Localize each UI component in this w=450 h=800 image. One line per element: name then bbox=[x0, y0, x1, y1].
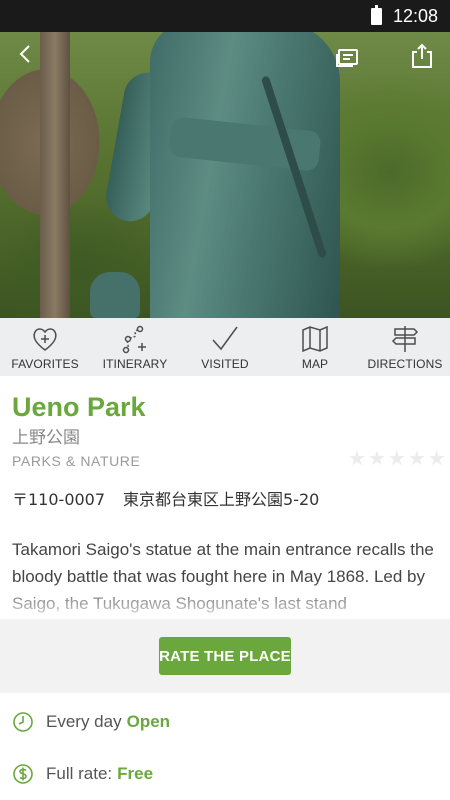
map-button[interactable]: MAP bbox=[270, 318, 360, 376]
hero-image bbox=[0, 32, 450, 318]
status-bar: 12:08 bbox=[0, 0, 450, 32]
star-icon: ★ bbox=[407, 448, 426, 470]
signpost-icon bbox=[391, 326, 419, 352]
share-button[interactable] bbox=[404, 38, 440, 74]
star-icon: ★ bbox=[427, 448, 446, 470]
clock-icon bbox=[12, 711, 34, 733]
map-label: MAP bbox=[301, 357, 329, 371]
tree-trunk bbox=[40, 32, 70, 318]
admission-value: Free bbox=[117, 764, 154, 783]
visited-button[interactable]: VISITED bbox=[180, 318, 270, 376]
address-text: 東京都台東区上野公園5-20 bbox=[123, 490, 320, 509]
place-title: Ueno Park bbox=[12, 392, 146, 422]
admission-label: Full rate: bbox=[46, 764, 113, 783]
postal-code: 〒110-0007 bbox=[12, 490, 106, 509]
rate-place-button[interactable]: RATE THE PLACE bbox=[159, 637, 291, 675]
map-icon bbox=[302, 325, 328, 353]
status-time: 12:08 bbox=[392, 6, 438, 26]
opening-hours-row: Every day Open bbox=[12, 707, 442, 737]
statue-body bbox=[150, 32, 340, 318]
place-title-japanese: 上野公園 bbox=[12, 428, 80, 448]
star-icon: ★ bbox=[387, 448, 406, 470]
share-icon bbox=[412, 43, 432, 68]
battery-icon bbox=[371, 5, 382, 25]
checkmark-icon bbox=[212, 326, 238, 351]
directions-button[interactable]: DIRECTIONS bbox=[360, 318, 450, 376]
admission-row: Full rate: Free bbox=[12, 759, 442, 789]
place-address: 〒110-0007 東京都台東区上野公園5-20 bbox=[12, 486, 319, 510]
hours-label: Every day bbox=[46, 712, 122, 731]
ticket-icon bbox=[336, 49, 358, 67]
description-fade bbox=[0, 580, 450, 620]
place-category: PARKS & NATURE bbox=[12, 453, 141, 469]
rating-stars: ★ ★ ★ ★ ★ bbox=[348, 449, 446, 469]
itinerary-button[interactable]: ITINERARY bbox=[90, 318, 180, 376]
favorites-label: FAVORITES bbox=[11, 357, 79, 371]
statue-dog bbox=[90, 272, 140, 318]
dollar-icon bbox=[12, 763, 34, 785]
favorites-button[interactable]: FAVORITES bbox=[0, 318, 90, 376]
star-icon: ★ bbox=[348, 448, 366, 470]
chevron-left-icon bbox=[19, 45, 30, 63]
action-bar: FAVORITES ITINERARY VISITED MAP DIRECTIO… bbox=[0, 318, 450, 376]
heart-plus-icon bbox=[33, 328, 57, 351]
ticket-button[interactable] bbox=[330, 40, 366, 76]
visited-label: VISITED bbox=[201, 357, 249, 371]
star-icon: ★ bbox=[367, 448, 386, 470]
itinerary-label: ITINERARY bbox=[102, 357, 168, 371]
hours-status: Open bbox=[126, 712, 171, 731]
route-plus-icon bbox=[122, 325, 146, 354]
back-button[interactable] bbox=[8, 36, 44, 72]
directions-label: DIRECTIONS bbox=[367, 357, 443, 371]
